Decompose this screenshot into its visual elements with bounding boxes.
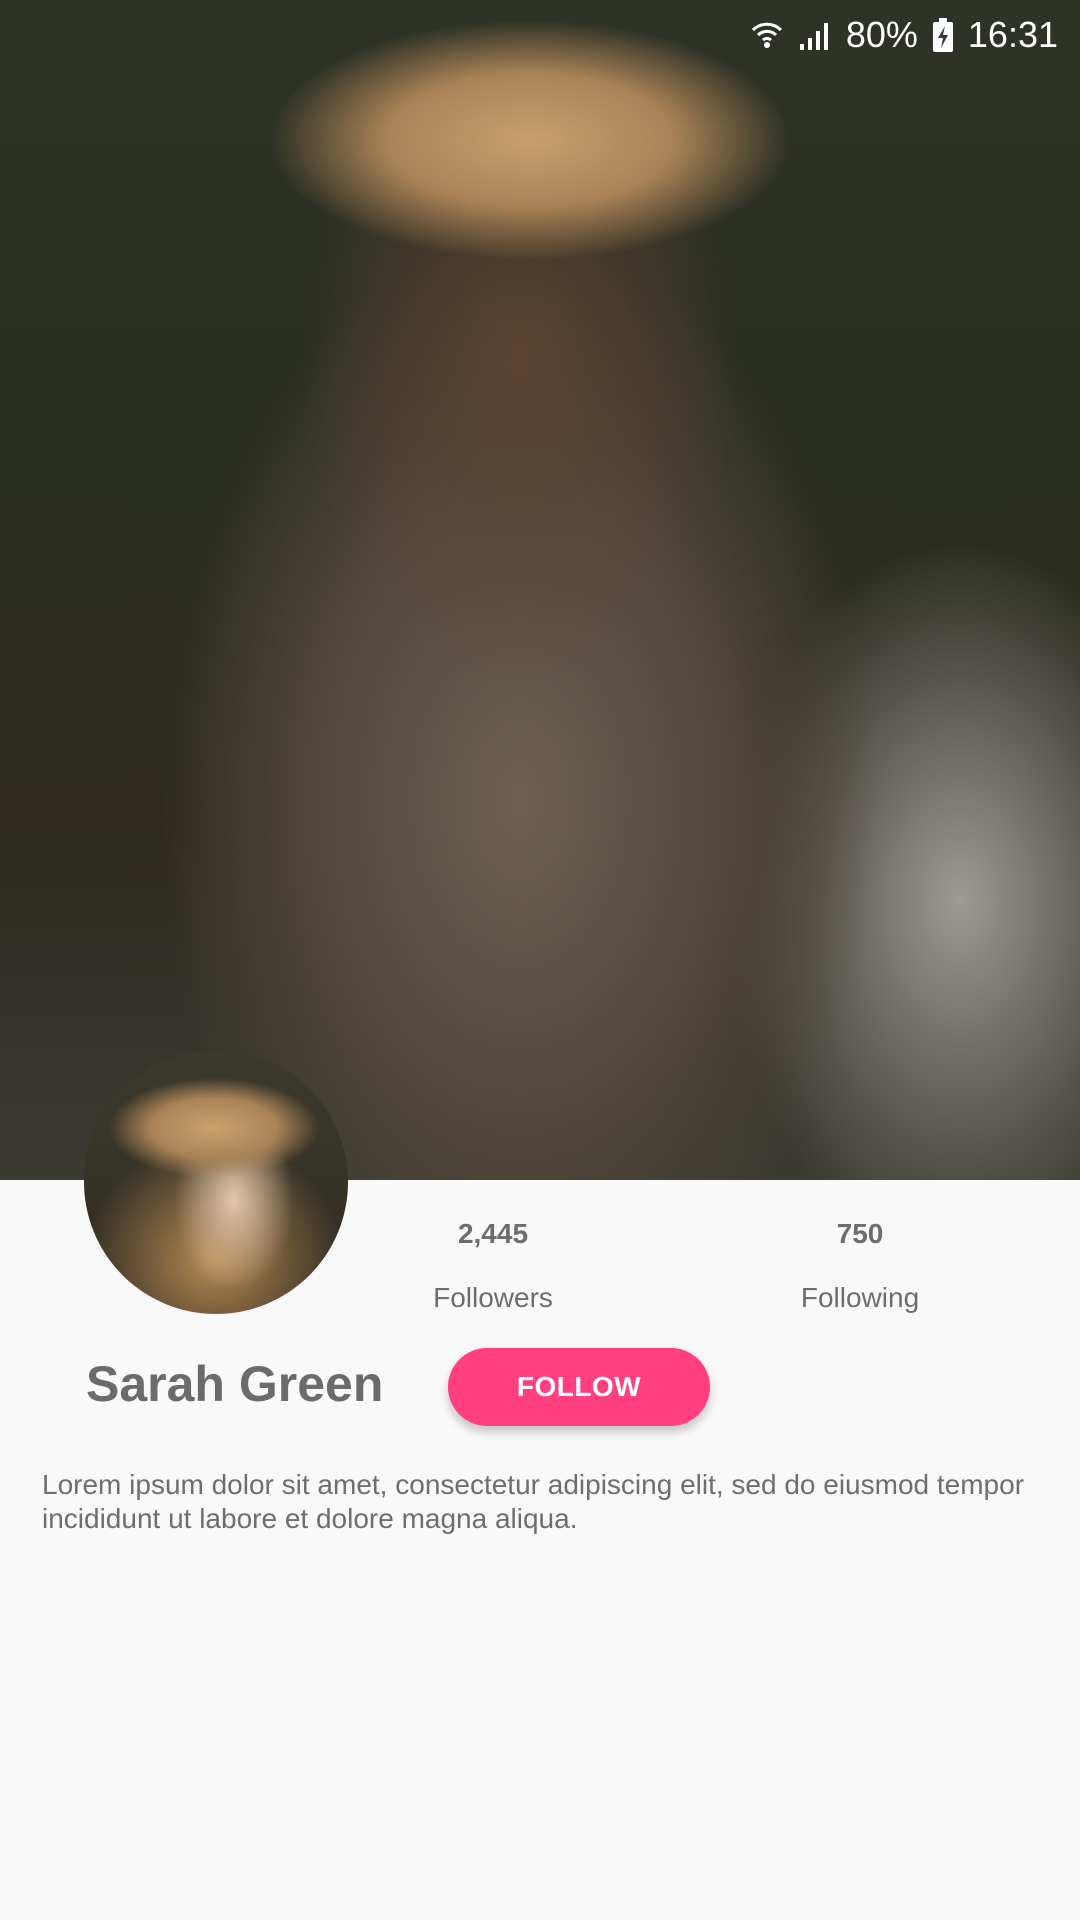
status-bar: 80% 16:31 xyxy=(750,10,1058,60)
battery-charging-icon xyxy=(932,17,954,53)
battery-percent: 80% xyxy=(845,14,918,55)
following-label: Following xyxy=(800,1282,920,1313)
profile-name: Sarah Green xyxy=(86,1356,384,1412)
wifi-icon xyxy=(750,18,784,52)
avatar[interactable] xyxy=(84,1050,348,1314)
followers-stat[interactable]: 2,445 Followers xyxy=(363,1218,623,1314)
cover-photo: 80% 16:31 xyxy=(0,0,1080,1180)
clock: 16:31 xyxy=(967,14,1058,55)
profile-bio: Lorem ipsum dolor sit amet, consectetur … xyxy=(42,1469,1025,1534)
following-count: 750 xyxy=(836,1218,884,1249)
follow-button[interactable]: FOLLOW xyxy=(448,1348,710,1426)
signal-icon xyxy=(798,18,832,52)
following-stat[interactable]: 750 Following xyxy=(730,1218,990,1314)
followers-count: 2,445 xyxy=(457,1218,529,1249)
followers-label: Followers xyxy=(433,1282,553,1313)
